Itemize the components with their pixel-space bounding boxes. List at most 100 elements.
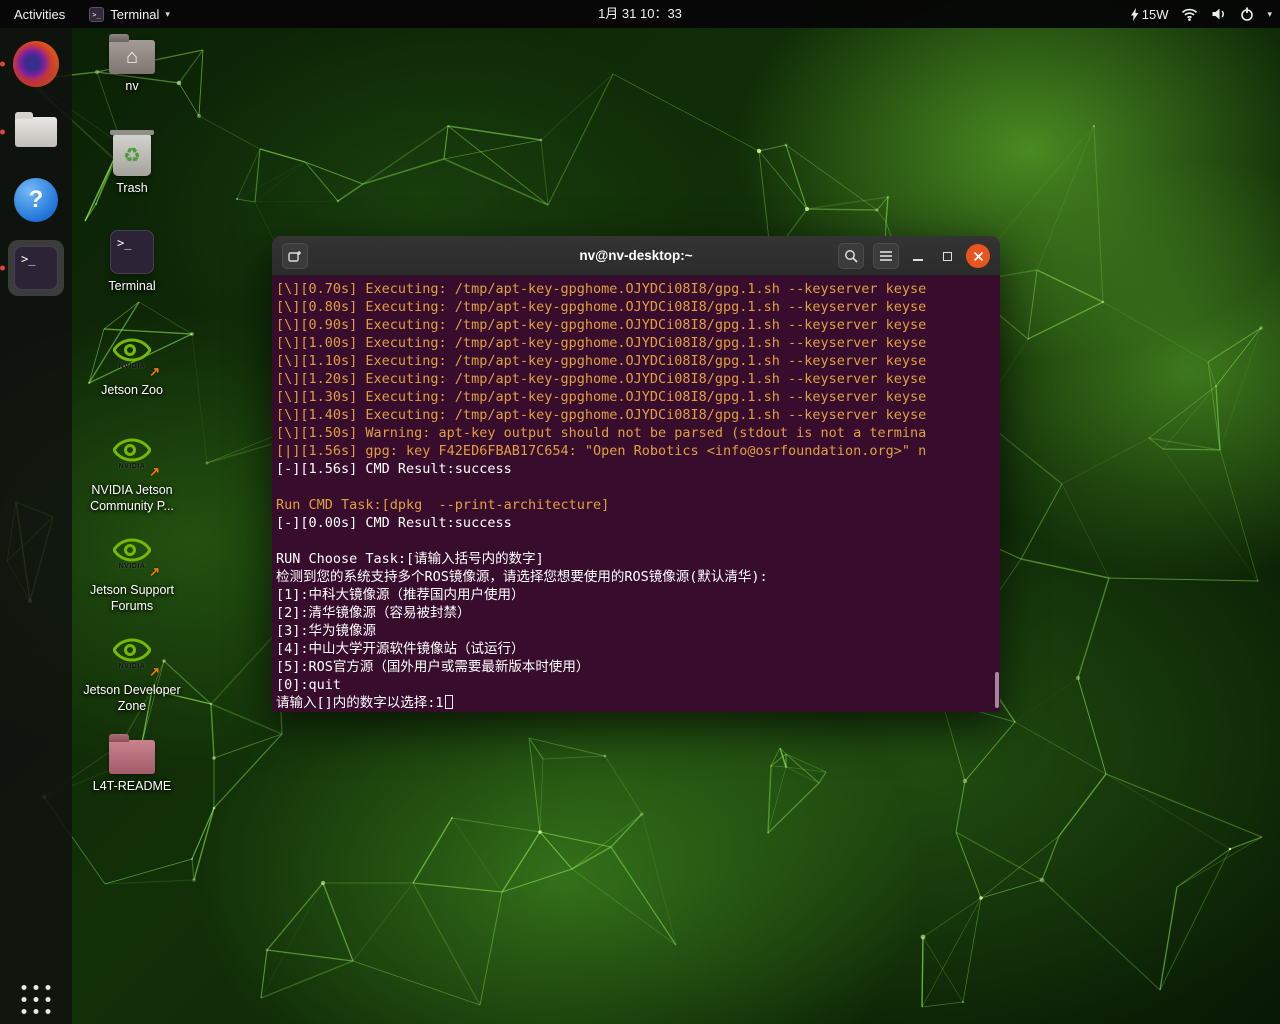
terminal-line: [\][1.50s] Warning: apt-key output shoul… xyxy=(276,424,1000,442)
terminal-line: [\][1.40s] Executing: /tmp/apt-key-gpgho… xyxy=(276,406,1000,424)
dock-item-help[interactable]: ? xyxy=(8,172,64,228)
chevron-down-icon: ▾ xyxy=(165,9,170,20)
terminal-line: [\][0.90s] Executing: /tmp/apt-key-gpgho… xyxy=(276,316,1000,334)
desktop-icon-label: nv xyxy=(125,79,138,95)
status-chevron-down-icon: ▾ xyxy=(1267,9,1272,20)
files-folder-icon xyxy=(15,117,57,147)
terminal-line: Run CMD Task:[dpkg --print-architecture] xyxy=(276,496,1000,514)
terminal-line: [\][0.80s] Executing: /tmp/apt-key-gpgho… xyxy=(276,298,1000,316)
show-applications-button[interactable] xyxy=(22,985,51,1014)
nvidia-wordmark: NVIDIA xyxy=(119,463,146,470)
desktop-icon-label: Terminal xyxy=(108,279,155,295)
scrollbar-thumb[interactable] xyxy=(995,672,999,708)
nvidia-eye-icon xyxy=(113,638,151,662)
dock: ? >_ xyxy=(0,28,72,1024)
terminal-line xyxy=(276,532,1000,550)
desktop-icon-label: Jetson Zoo xyxy=(101,383,163,399)
dock-item-firefox[interactable] xyxy=(8,36,64,92)
nvidia-wordmark: NVIDIA xyxy=(119,363,146,370)
terminal-line: [2]:清华镜像源（容易被封禁） xyxy=(276,604,1000,622)
terminal-content[interactable]: [\][0.70s] Executing: /tmp/apt-key-gpgho… xyxy=(272,276,1000,712)
nvidia-wordmark: NVIDIA xyxy=(119,563,146,570)
app-menu-label: Terminal xyxy=(110,7,159,22)
running-indicator-dot xyxy=(0,62,5,67)
desktop-icon-nv[interactable]: ⌂ nv xyxy=(82,30,182,95)
close-button[interactable] xyxy=(966,244,990,268)
wifi-icon xyxy=(1181,8,1198,21)
nvidia-logo-icon: NVIDIA↗ xyxy=(106,430,158,478)
desktop-icon-l4t-readme[interactable]: L4T-README xyxy=(82,730,182,795)
bolt-icon xyxy=(1130,8,1139,21)
desktop-icon-terminal[interactable]: >_Terminal xyxy=(82,230,182,295)
running-indicator-dot xyxy=(0,266,5,271)
menu-button[interactable] xyxy=(873,243,899,269)
link-emblem-icon: ↗ xyxy=(149,564,160,580)
running-indicator-dot xyxy=(0,130,5,135)
power-icon xyxy=(1240,7,1254,21)
desktop-icon-jetson-zoo[interactable]: NVIDIA↗ Jetson Zoo xyxy=(82,330,182,399)
top-bar: Activities >_ Terminal ▾ 1月 31 10：33 15W… xyxy=(0,0,1280,28)
maximize-button[interactable] xyxy=(937,243,957,269)
clock[interactable]: 1月 31 10：33 xyxy=(598,0,682,28)
terminal-line: [1]:中科大镜像源（推荐国内用户使用） xyxy=(276,586,1000,604)
terminal-window: nv@nv-desktop:~ xyxy=(272,236,1000,712)
recycle-icon: ♻ xyxy=(113,134,151,176)
terminal-line: [\][0.70s] Executing: /tmp/apt-key-gpgho… xyxy=(276,280,1000,298)
terminal-line: [-][0.00s] CMD Result:success xyxy=(276,514,1000,532)
terminal-app-icon: >_ xyxy=(89,7,104,22)
minimize-button[interactable] xyxy=(908,243,928,269)
terminal-line xyxy=(276,478,1000,496)
terminal-line: [\][1.20s] Executing: /tmp/apt-key-gpgho… xyxy=(276,370,1000,388)
home-emblem-icon: ⌂ xyxy=(109,40,155,74)
new-tab-icon xyxy=(288,250,302,262)
terminal-line: 请输入[]内的数字以选择:1 xyxy=(276,694,1000,712)
nvidia-logo-icon: NVIDIA↗ xyxy=(106,630,158,678)
nvidia-logo-icon: NVIDIA↗ xyxy=(106,330,158,378)
nvidia-eye-icon xyxy=(113,438,151,462)
power-usage-label: 15W xyxy=(1142,7,1169,22)
terminal-line: [\][1.00s] Executing: /tmp/apt-key-gpgho… xyxy=(276,334,1000,352)
search-icon xyxy=(844,249,858,263)
terminal-icon: >_ xyxy=(14,246,58,290)
system-status-area[interactable]: 15W ▾ xyxy=(1130,0,1272,28)
terminal-line: [\][1.10s] Executing: /tmp/apt-key-gpgho… xyxy=(276,352,1000,370)
firefox-icon xyxy=(13,41,59,87)
terminal-line: [-][1.56s] CMD Result:success xyxy=(276,460,1000,478)
terminal-line: 检测到您的系统支持多个ROS镜像源，请选择您想要使用的ROS镜像源(默认清华): xyxy=(276,568,1000,586)
desktop-icon-nvidia-jetson-community-p[interactable]: NVIDIA↗ NVIDIA Jetson Community P... xyxy=(82,430,182,514)
new-tab-button[interactable] xyxy=(282,243,308,269)
terminal-output: [\][0.70s] Executing: /tmp/apt-key-gpgho… xyxy=(276,280,1000,712)
folder-icon xyxy=(109,740,155,774)
terminal-line: [3]:华为镜像源 xyxy=(276,622,1000,640)
desktop-icon-label: Trash xyxy=(116,181,148,197)
terminal-line: RUN Choose Task:[请输入括号内的数字] xyxy=(276,550,1000,568)
link-emblem-icon: ↗ xyxy=(149,664,160,680)
app-menu[interactable]: >_ Terminal ▾ xyxy=(79,0,180,28)
maximize-icon xyxy=(943,252,952,261)
help-icon: ? xyxy=(14,178,58,222)
terminal-titlebar[interactable]: nv@nv-desktop:~ xyxy=(272,236,1000,276)
desktop-icon-jetson-developer-zone[interactable]: NVIDIA↗ Jetson Developer Zone xyxy=(82,630,182,714)
desktop-icon-label: L4T-README xyxy=(93,779,172,795)
terminal-line: [4]:中山大学开源软件镜像站（试运行） xyxy=(276,640,1000,658)
terminal-line: [5]:ROS官方源（国外用户或需要最新版本时使用） xyxy=(276,658,1000,676)
desktop-icon-label: NVIDIA Jetson Community P... xyxy=(82,483,182,514)
nvidia-eye-icon xyxy=(113,338,151,362)
desktop-icon-jetson-support-forums[interactable]: NVIDIA↗Jetson Support Forums xyxy=(82,530,182,614)
desktop-icon-label: Jetson Developer Zone xyxy=(82,683,182,714)
terminal-line: [|][1.56s] gpg: key F42ED6FBAB17C654: "O… xyxy=(276,442,1000,460)
dock-item-files[interactable] xyxy=(8,104,64,160)
search-button[interactable] xyxy=(838,243,864,269)
desktop-icon-trash[interactable]: ♻ Trash xyxy=(82,130,182,197)
home-folder-icon: ⌂ xyxy=(109,40,155,74)
nvidia-wordmark: NVIDIA xyxy=(119,663,146,670)
minimize-icon xyxy=(913,259,923,261)
volume-icon xyxy=(1211,7,1227,21)
link-emblem-icon: ↗ xyxy=(149,364,160,380)
activities-button[interactable]: Activities xyxy=(0,0,79,28)
terminal-cursor xyxy=(445,695,453,709)
dock-item-terminal[interactable]: >_ xyxy=(8,240,64,296)
trash-icon: ♻ xyxy=(113,134,151,176)
nvidia-logo-icon: NVIDIA↗ xyxy=(106,530,158,578)
terminal-line: [\][1.30s] Executing: /tmp/apt-key-gpgho… xyxy=(276,388,1000,406)
